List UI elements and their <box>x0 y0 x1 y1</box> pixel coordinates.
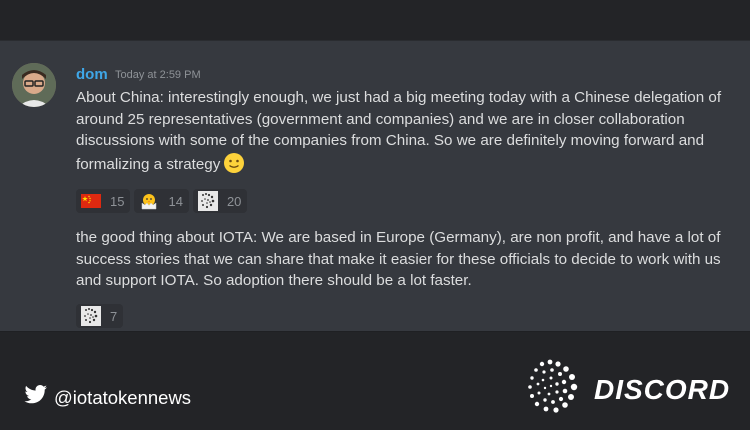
twitter-bird-icon <box>24 385 48 410</box>
china-flag-icon <box>81 194 101 208</box>
message-text-2: the good thing about IOTA: We are based … <box>76 229 721 289</box>
twitter-handle[interactable]: @iotatokennews <box>24 385 191 410</box>
reaction-bar-2: 7 <box>76 304 124 328</box>
slightly-smiling-face-icon <box>223 152 245 174</box>
message-text-1-content: About China: interestingly enough, we ju… <box>76 89 722 173</box>
avatar[interactable] <box>12 63 56 107</box>
brand-logos: DISCORD <box>524 358 730 421</box>
reaction-chick[interactable]: 14 <box>134 189 189 213</box>
message-text-1: About China: interestingly enough, we ju… <box>76 87 744 175</box>
iota-logo-icon <box>524 358 582 421</box>
discord-wordmark: DISCORD <box>594 373 731 405</box>
iota-logo-icon <box>81 306 101 326</box>
reaction-china-flag[interactable]: 15 <box>76 189 131 213</box>
author-name[interactable]: dom <box>76 66 108 83</box>
reaction-iota[interactable]: 7 <box>76 304 124 328</box>
message-panel: dom Today at 2:59 PM About China: intere… <box>0 40 750 332</box>
twitter-handle-text: @iotatokennews <box>54 386 192 408</box>
hatching-chick-icon <box>139 192 159 210</box>
message-timestamp: Today at 2:59 PM <box>115 69 201 81</box>
reaction-count: 14 <box>168 193 183 209</box>
reaction-count: 20 <box>226 193 242 209</box>
iota-logo-icon <box>197 191 218 211</box>
reaction-iota[interactable]: 20 <box>192 189 248 213</box>
reaction-bar-1: 15 14 20 <box>76 189 248 213</box>
reaction-count: 15 <box>110 193 125 209</box>
reaction-count: 7 <box>110 308 118 324</box>
